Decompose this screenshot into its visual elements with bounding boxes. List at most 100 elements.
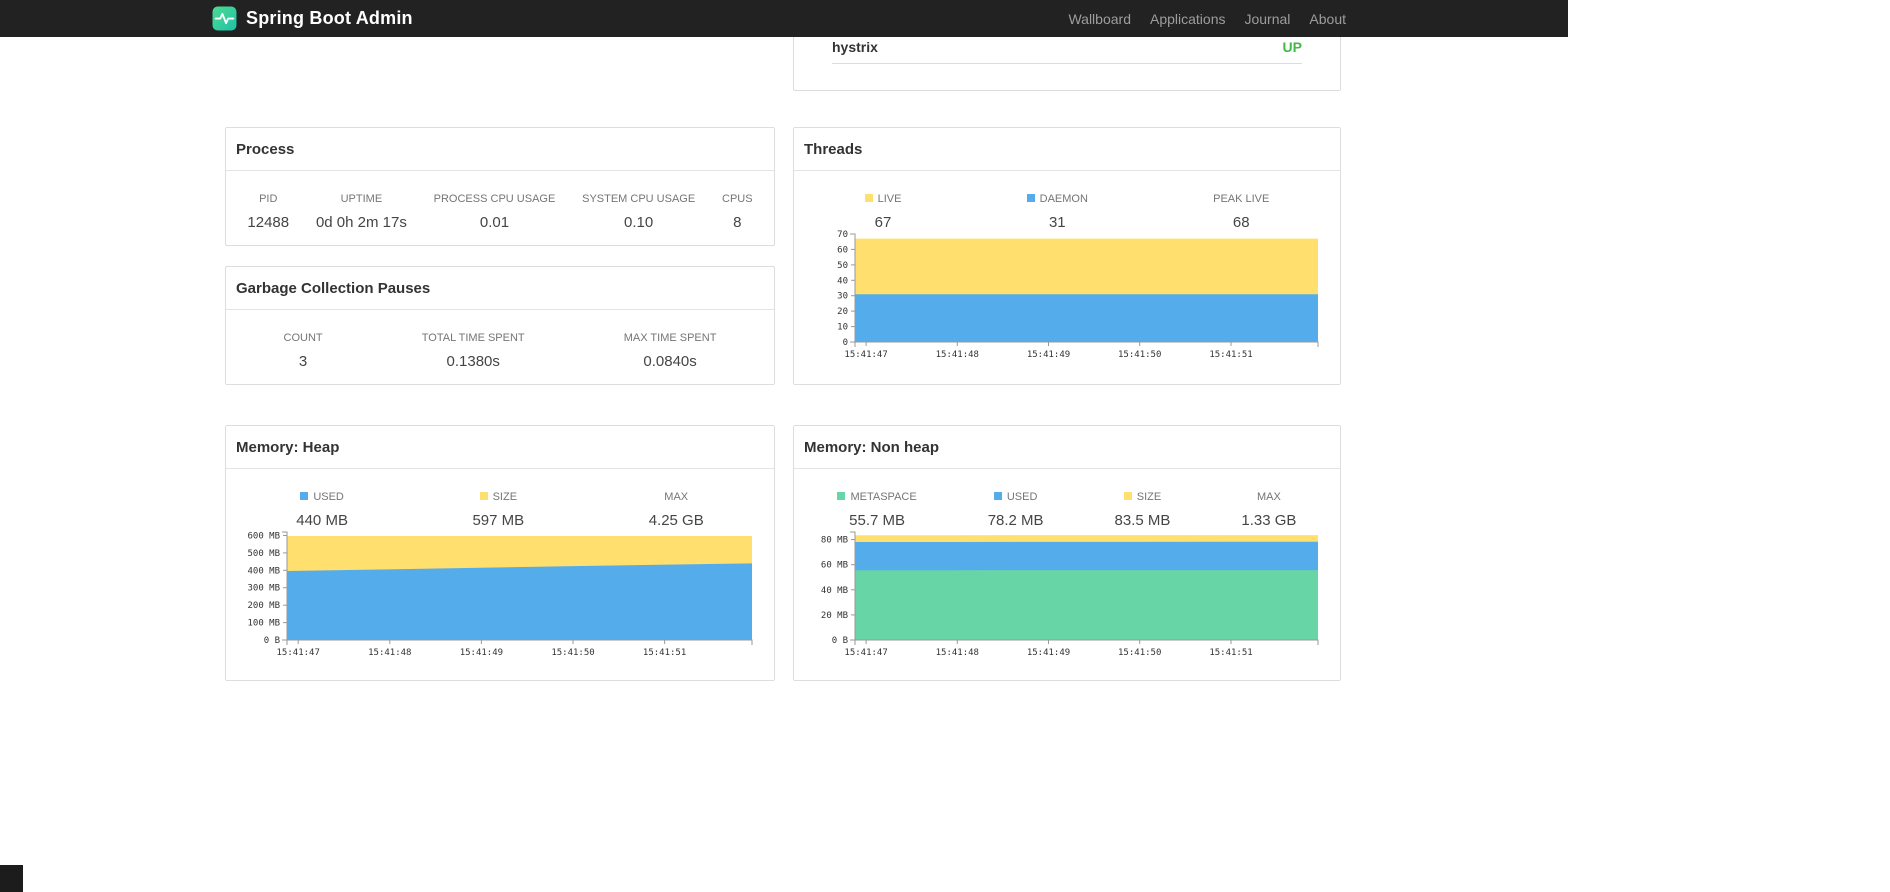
nonheap-legend: METASPACE 55.7 MB USED 78.2 MB SIZE 83.5…	[794, 469, 1340, 529]
svg-text:15:41:47: 15:41:47	[277, 648, 320, 658]
svg-text:15:41:48: 15:41:48	[936, 350, 979, 360]
svg-text:15:41:50: 15:41:50	[1118, 350, 1161, 360]
svg-text:200 MB: 200 MB	[247, 601, 280, 611]
metaspace-legend-swatch	[837, 492, 846, 500]
metric-label-text: SIZE	[492, 491, 518, 503]
metric-label: DAEMON	[1026, 193, 1088, 205]
nav-link-journal[interactable]: Journal	[1244, 11, 1290, 27]
brand-title: Spring Boot Admin	[246, 8, 413, 28]
memory-nonheap-panel: Memory: Non heap METASPACE 55.7 MB USED …	[793, 425, 1341, 681]
metric-value: 3	[298, 353, 308, 370]
corner-artifact	[0, 865, 23, 892]
svg-text:80 MB: 80 MB	[821, 536, 848, 546]
svg-text:20: 20	[837, 307, 848, 317]
svg-text:50: 50	[837, 261, 848, 271]
metric-label: USED	[296, 491, 348, 503]
svg-text:15:41:48: 15:41:48	[936, 648, 979, 658]
svg-text:60: 60	[837, 245, 848, 255]
pulse-logo-icon	[212, 6, 237, 31]
metric-system-cpu-usage: SYSTEM CPU USAGE 0.10	[576, 193, 701, 231]
memory-nonheap-panel-title: Memory: Non heap	[794, 426, 1340, 469]
svg-text:15:41:49: 15:41:49	[460, 648, 503, 658]
metric-label: MAX	[1257, 491, 1281, 503]
metric-label: PEAK LIVE	[1213, 193, 1270, 205]
metric-label: SYSTEM CPU USAGE	[582, 193, 696, 205]
svg-text:30: 30	[837, 292, 848, 302]
metric-label-text: LIVE	[877, 193, 902, 205]
process-panel-title: Process	[226, 128, 774, 171]
metric-label-text: METASPACE	[850, 491, 917, 503]
size-legend-swatch	[479, 492, 488, 500]
metric-value: 0.1380s	[446, 353, 500, 370]
metric-label: CPUS	[722, 193, 753, 205]
nav-link-about[interactable]: About	[1309, 11, 1346, 27]
svg-text:15:41:50: 15:41:50	[551, 648, 594, 658]
metric-label: LIVE	[864, 193, 902, 205]
metric-process-cpu-usage: PROCESS CPU USAGE 0.01	[428, 193, 562, 231]
metric-cpus: CPUS 8	[716, 193, 759, 231]
svg-text:15:41:47: 15:41:47	[844, 350, 887, 360]
size-legend-swatch	[1123, 492, 1132, 500]
metric-label: METASPACE	[837, 491, 917, 503]
metric-label: SIZE	[1115, 491, 1171, 503]
svg-text:40 MB: 40 MB	[821, 586, 848, 596]
process-panel: Process PID 12488 UPTIME 0d 0h 2m 17s PR…	[225, 127, 775, 246]
svg-text:0: 0	[843, 338, 848, 348]
svg-text:15:41:51: 15:41:51	[1209, 648, 1252, 658]
svg-text:400 MB: 400 MB	[247, 566, 280, 576]
metric-value: 0.10	[624, 214, 654, 231]
nav-link-wallboard[interactable]: Wallboard	[1068, 11, 1131, 27]
threads-legend: LIVE 67 DAEMON 31 PEAK LIVE 68	[794, 171, 1340, 231]
process-metrics: PID 12488 UPTIME 0d 0h 2m 17s PROCESS CP…	[226, 171, 774, 231]
svg-text:500 MB: 500 MB	[247, 549, 280, 559]
metric-count: COUNT 3	[278, 332, 329, 370]
memory-heap-panel-title: Memory: Heap	[226, 426, 774, 469]
used-legend-swatch	[993, 492, 1002, 500]
memory-heap-panel: Memory: Heap USED 440 MB SIZE 597 MB MAX…	[225, 425, 775, 681]
metric-label: MAX TIME SPENT	[623, 332, 717, 344]
metric-label: MAX	[664, 491, 689, 503]
svg-text:10: 10	[837, 323, 848, 333]
metric-label: SIZE	[472, 491, 524, 503]
threads-panel: Threads LIVE 67 DAEMON 31 PEAK LIVE 68 0…	[793, 127, 1341, 385]
svg-text:60 MB: 60 MB	[821, 561, 848, 571]
svg-text:20 MB: 20 MB	[821, 611, 848, 621]
metric-label: PID	[259, 193, 278, 205]
health-item-name: hystrix	[832, 39, 878, 55]
status-badge: UP	[1282, 39, 1302, 55]
nav-link-applications[interactable]: Applications	[1150, 11, 1226, 27]
svg-text:70: 70	[837, 230, 848, 240]
metric-label-text: USED	[313, 491, 344, 503]
svg-text:40: 40	[837, 276, 848, 286]
memory-heap-chart: 0 B 100 MB 200 MB 300 MB 400 MB 500 MB 600 MB 1…	[247, 531, 753, 658]
threads-chart: 0 10 20 30 40 50 60 70 15:41:47 15:41:48 15:41:49 1…	[837, 230, 1319, 360]
memory-nonheap-chart: 0 B 20 MB 40 MB 60 MB 80 MB 15:41:47 15:41:48 1…	[821, 531, 1319, 658]
gc-metrics: COUNT 3 TOTAL TIME SPENT 0.1380s MAX TIM…	[226, 310, 774, 370]
metric-label-text: USED	[1006, 491, 1038, 503]
metric-pid: PID 12488	[241, 193, 295, 231]
svg-text:300 MB: 300 MB	[247, 584, 280, 594]
live-legend-swatch	[864, 194, 873, 202]
metric-label: UPTIME	[340, 193, 383, 205]
svg-text:15:41:50: 15:41:50	[1118, 648, 1161, 658]
metric-uptime: UPTIME 0d 0h 2m 17s	[310, 193, 413, 231]
navbar-links: Wallboard Applications Journal About	[1068, 0, 1346, 37]
metric-label: COUNT	[283, 332, 323, 344]
health-item-hystrix: hystrix UP	[832, 39, 1302, 64]
svg-text:600 MB: 600 MB	[247, 532, 280, 542]
svg-text:15:41:51: 15:41:51	[643, 648, 686, 658]
svg-text:0 B: 0 B	[264, 636, 280, 646]
svg-text:15:41:48: 15:41:48	[368, 648, 411, 658]
metric-label: USED	[988, 491, 1044, 503]
metric-label: PROCESS CPU USAGE	[433, 193, 556, 205]
metric-max-time-spent: MAX TIME SPENT 0.0840s	[618, 332, 723, 370]
metric-label-text: DAEMON	[1039, 193, 1088, 205]
metric-label-text: SIZE	[1136, 491, 1162, 503]
used-legend-swatch	[300, 492, 309, 500]
svg-text:15:41:49: 15:41:49	[1027, 350, 1070, 360]
metric-value: 0d 0h 2m 17s	[315, 214, 407, 231]
threads-panel-title: Threads	[794, 128, 1340, 171]
metric-value: 0.0840s	[643, 353, 697, 370]
svg-text:15:41:51: 15:41:51	[1209, 350, 1252, 360]
brand[interactable]: Spring Boot Admin	[212, 0, 413, 37]
